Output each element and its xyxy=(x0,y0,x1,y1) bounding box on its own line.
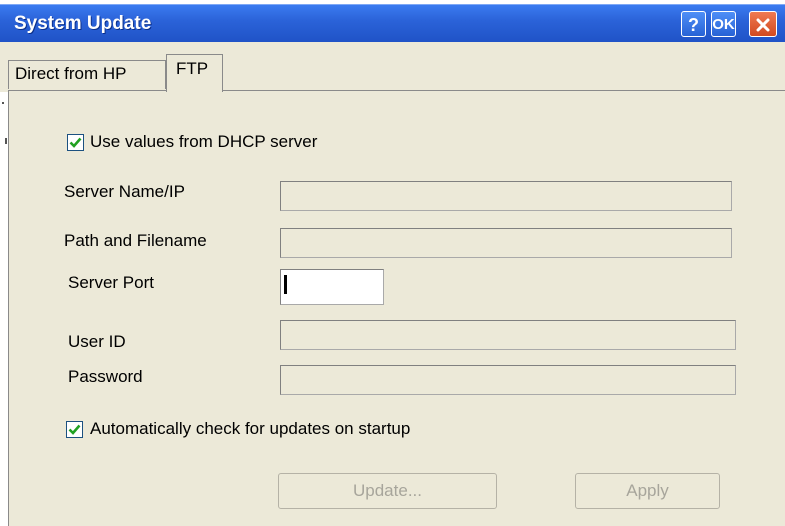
close-icon xyxy=(756,18,770,32)
server-port-field[interactable] xyxy=(280,269,384,305)
auto-check-checkbox[interactable] xyxy=(66,421,83,438)
ok-button[interactable]: OK xyxy=(711,11,736,37)
password-label: Password xyxy=(68,367,143,386)
server-port-label: Server Port xyxy=(68,273,154,292)
user-id-label: User ID xyxy=(68,332,126,351)
user-id-field[interactable] xyxy=(280,320,736,350)
apply-button[interactable]: Apply xyxy=(575,473,720,509)
title-bar: System Update ? OK xyxy=(0,4,785,43)
edge-mark xyxy=(5,138,7,144)
checkmark-icon xyxy=(69,137,82,148)
edge-mark xyxy=(2,102,4,104)
tab-strip: Direct from HP FTP xyxy=(0,42,785,92)
auto-check-label: Automatically check for updates on start… xyxy=(90,419,411,438)
tab-ftp[interactable]: FTP xyxy=(166,54,223,92)
dhcp-checkbox[interactable] xyxy=(67,134,84,151)
dhcp-checkbox-label: Use values from DHCP server xyxy=(90,132,318,151)
update-button[interactable]: Update... xyxy=(278,473,497,509)
ftp-panel: Use values from DHCP server Server Name/… xyxy=(8,90,785,526)
text-caret xyxy=(284,275,287,294)
help-button[interactable]: ? xyxy=(681,11,706,37)
tab-direct-from-hp[interactable]: Direct from HP xyxy=(8,60,166,89)
checkmark-icon xyxy=(68,424,81,435)
password-field[interactable] xyxy=(280,365,736,395)
path-filename-label: Path and Filename xyxy=(64,231,207,250)
server-name-field[interactable] xyxy=(280,181,732,211)
server-name-label: Server Name/IP xyxy=(64,182,185,201)
close-button[interactable] xyxy=(749,11,777,37)
window-title: System Update xyxy=(14,13,152,34)
path-filename-field[interactable] xyxy=(280,228,732,258)
left-edge xyxy=(0,92,8,526)
